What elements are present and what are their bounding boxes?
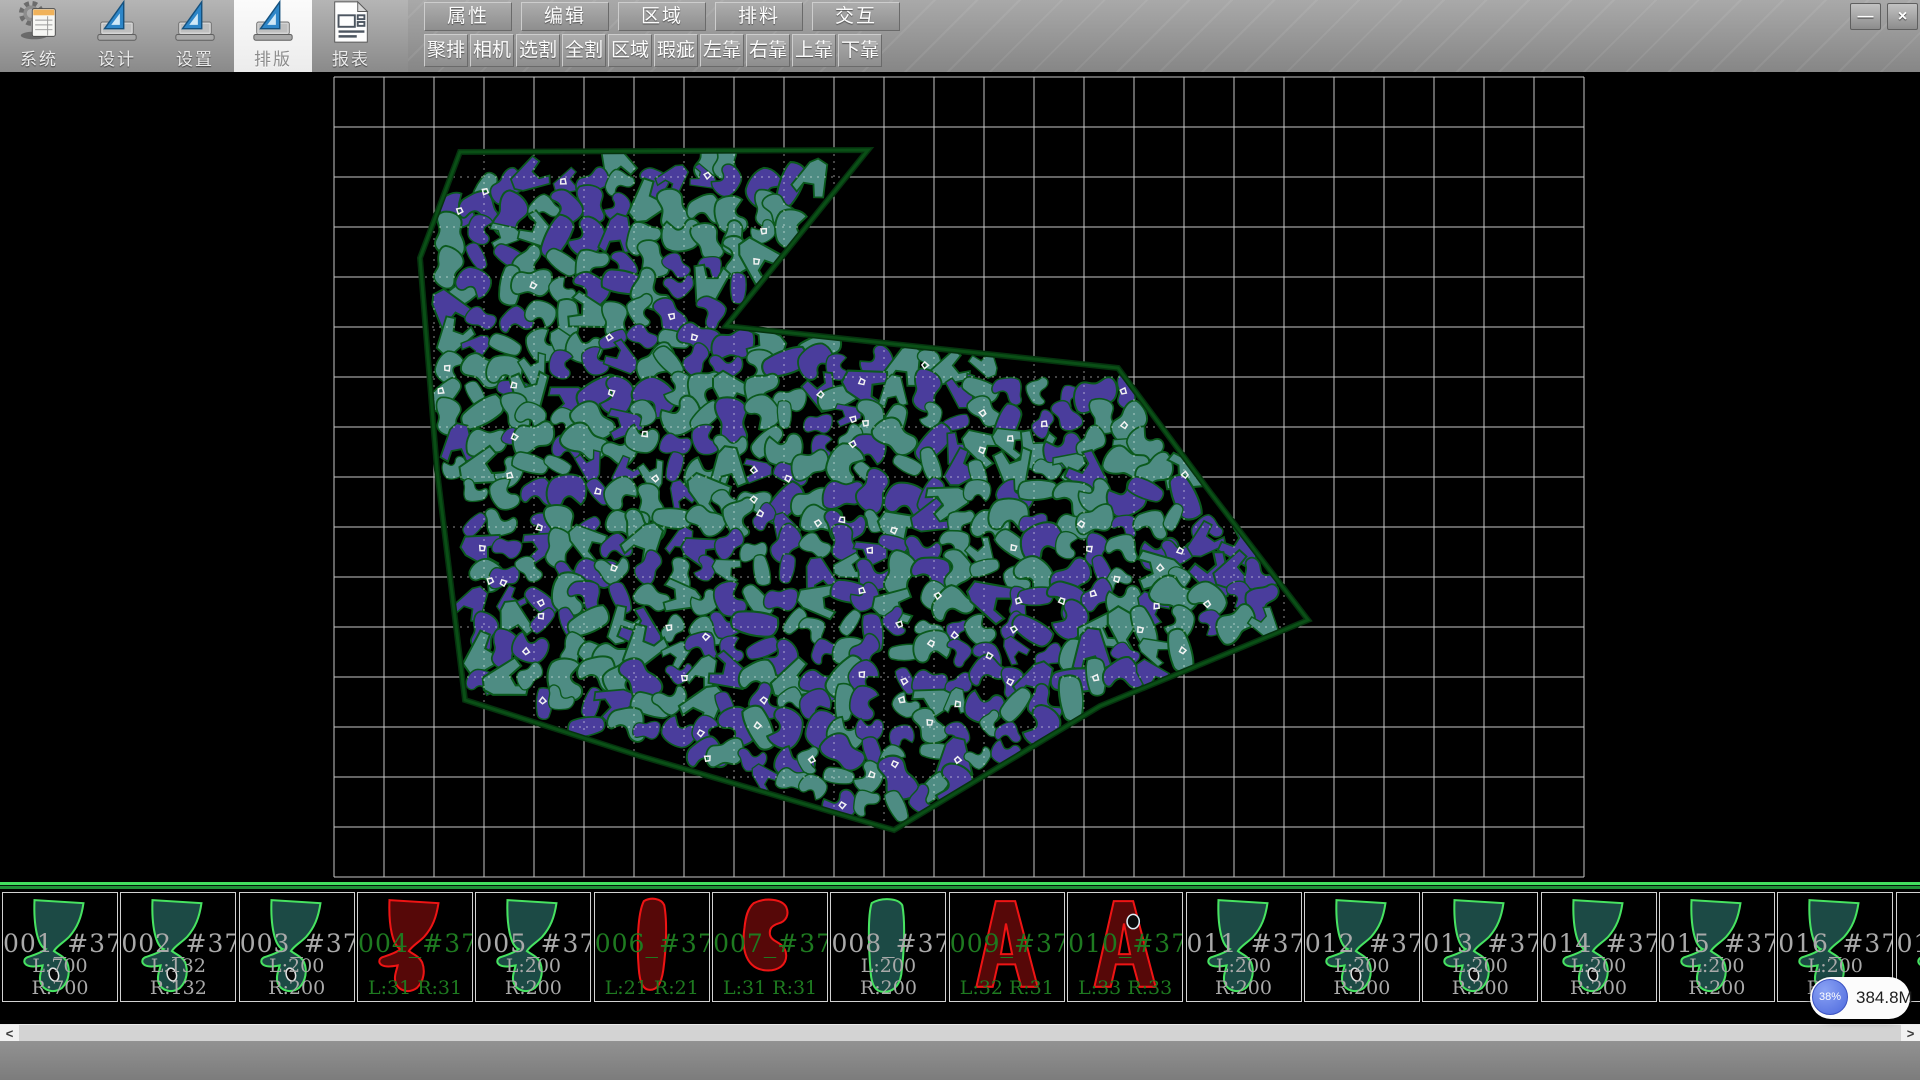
menu-edit[interactable]: 编辑 — [521, 2, 609, 31]
piece-counts: L:200 R:200 — [476, 955, 590, 999]
piece-counts: L:200 R:200 — [831, 955, 945, 999]
piece-thumbnail-006[interactable]: 006_#37 L:21 R:21 — [594, 892, 710, 1002]
tool-snap-top[interactable]: 上靠 — [792, 34, 836, 67]
menu-row-1: 属性编辑区域排料交互 — [424, 2, 900, 31]
tab-system[interactable]: 系统 — [0, 0, 78, 72]
tool-cluster-nest[interactable]: 聚排 — [424, 34, 468, 67]
report-doc-icon — [328, 0, 374, 45]
piece-counts: L:31 R:31 — [358, 977, 472, 999]
menu-nesting[interactable]: 排料 — [715, 2, 803, 31]
piece-thumbnail-014[interactable]: 014_#37 L:200 R:200 — [1541, 892, 1657, 1002]
piece-label: 004_#37 — [358, 929, 472, 958]
minimize-button[interactable]: — — [1850, 3, 1881, 30]
piece-label: 017_#37 — [1897, 929, 1920, 958]
piece-label: 008_#37 — [831, 929, 945, 958]
piece-label: 001_#37 — [3, 929, 117, 958]
tab-report[interactable]: 报表 — [312, 0, 390, 72]
ruler-laptop-icon — [250, 0, 296, 45]
horizontal-scrollbar[interactable]: < > — [0, 1024, 1920, 1041]
piece-label: 012_#37 — [1305, 929, 1419, 958]
piece-counts: L:200 R:200 — [1660, 955, 1774, 999]
nesting-canvas[interactable] — [0, 72, 1920, 882]
piece-counts: L:21 R:21 — [595, 977, 709, 999]
piece-counts: L:32 R:31 — [950, 977, 1064, 999]
piece-thumbnail-002[interactable]: 002_#37 L:132 R:132 — [120, 892, 236, 1002]
tool-region[interactable]: 区域 — [608, 34, 652, 67]
ruler-laptop-icon — [94, 0, 140, 45]
toolbar: 系统 设计 设置 排版 报表 属性编辑区域排料交互 聚排相机选割全割区域瑕疵左靠… — [0, 0, 1920, 72]
tab-design[interactable]: 设计 — [78, 0, 156, 72]
menu-row-2: 聚排相机选割全割区域瑕疵左靠右靠上靠下靠 — [424, 34, 882, 67]
strip-separator — [0, 882, 1920, 889]
tool-snap-right[interactable]: 右靠 — [746, 34, 790, 67]
scroll-left-button[interactable]: < — [0, 1025, 19, 1041]
piece-thumbnail-015[interactable]: 015_#37 L:200 R:200 — [1659, 892, 1775, 1002]
piece-label: 013_#37 — [1423, 929, 1537, 958]
piece-thumbnail-009[interactable]: 009_#37 L:32 R:31 — [949, 892, 1065, 1002]
piece-label: 006_#37 — [595, 929, 709, 958]
close-button[interactable]: × — [1887, 3, 1918, 30]
canvas-svg — [0, 72, 1920, 882]
piece-counts: L:200 R:200 — [1542, 955, 1656, 999]
app-window: 系统 设计 设置 排版 报表 属性编辑区域排料交互 聚排相机选割全割区域瑕疵左靠… — [0, 0, 1920, 1080]
piece-label: 003_#37 — [240, 929, 354, 958]
piece-thumbnail-012[interactable]: 012_#37 L:200 R:200 — [1304, 892, 1420, 1002]
piece-label: 010_#37 — [1068, 929, 1182, 958]
menu-region[interactable]: 区域 — [618, 2, 706, 31]
piece-counts: L:31 R:31 — [713, 977, 827, 999]
tab-settings[interactable]: 设置 — [156, 0, 234, 72]
piece-counts: L:200 R:200 — [1305, 955, 1419, 999]
piece-counts: L:200 R:200 — [240, 955, 354, 999]
piece-label: 016_#37 — [1778, 929, 1892, 958]
piece-thumbnail-001[interactable]: 001_#37 L:700 R:700 — [2, 892, 118, 1002]
tool-camera[interactable]: 相机 — [470, 34, 514, 67]
piece-counts: L:33 R:33 — [1068, 977, 1182, 999]
tab-layout[interactable]: 排版 — [234, 0, 312, 72]
tool-snap-bottom[interactable]: 下靠 — [838, 34, 882, 67]
piece-counts: L:200 R:200 — [1187, 955, 1301, 999]
main-tab-bar: 系统 设计 设置 排版 报表 — [0, 0, 408, 72]
piece-label: 007_#37 — [713, 929, 827, 958]
memory-badge: 38% 384.8M — [1810, 977, 1910, 1019]
piece-label: 015_#37 — [1660, 929, 1774, 958]
progress-circle: 38% — [1812, 979, 1848, 1015]
piece-label: 005_#37 — [476, 929, 590, 958]
piece-thumbnail-004[interactable]: 004_#37 L:31 R:31 — [357, 892, 473, 1002]
menu-interactive[interactable]: 交互 — [812, 2, 900, 31]
tool-defect[interactable]: 瑕疵 — [654, 34, 698, 67]
window-controls: — × — [1850, 3, 1918, 30]
tool-cut-all[interactable]: 全割 — [562, 34, 606, 67]
piece-thumbnail-005[interactable]: 005_#37 L:200 R:200 — [475, 892, 591, 1002]
memory-value: 384.8M — [1856, 977, 1913, 1019]
tool-select-cut[interactable]: 选割 — [516, 34, 560, 67]
piece-label: 014_#37 — [1542, 929, 1656, 958]
menu-properties[interactable]: 属性 — [424, 2, 512, 31]
piece-thumbnail-011[interactable]: 011_#37 L:200 R:200 — [1186, 892, 1302, 1002]
piece-counts: L:200 R:200 — [1423, 955, 1537, 999]
status-bar — [0, 1041, 1920, 1080]
piece-counts: L:132 R:132 — [121, 955, 235, 999]
tool-snap-left[interactable]: 左靠 — [700, 34, 744, 67]
piece-thumbnail-008[interactable]: 008_#37 L:200 R:200 — [830, 892, 946, 1002]
scroll-right-button[interactable]: > — [1901, 1025, 1920, 1041]
piece-thumbnail-003[interactable]: 003_#37 L:200 R:200 — [239, 892, 355, 1002]
ruler-laptop-icon — [172, 0, 218, 45]
piece-label: 009_#37 — [950, 929, 1064, 958]
piece-counts: L:700 R:700 — [3, 955, 117, 999]
piece-thumbnail-007[interactable]: 007_#37 L:31 R:31 — [712, 892, 828, 1002]
system-gear-icon — [16, 0, 62, 45]
piece-label: 002_#37 — [121, 929, 235, 958]
piece-thumbnail-010[interactable]: 010_#37 L:33 R:33 — [1067, 892, 1183, 1002]
pieces-strip: 001_#37 L:700 R:700 002_#37 L:132 R:132 … — [0, 882, 1920, 1004]
piece-thumbnail-013[interactable]: 013_#37 L:200 R:200 — [1422, 892, 1538, 1002]
piece-label: 011_#37 — [1187, 929, 1301, 958]
